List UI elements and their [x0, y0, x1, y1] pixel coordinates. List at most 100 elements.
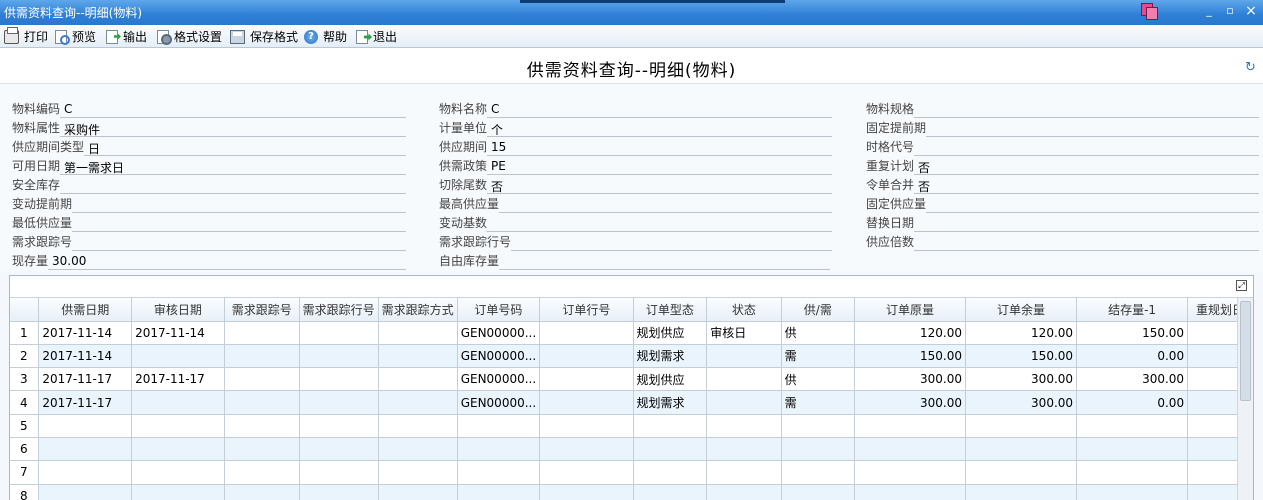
table-row[interactable]: 4 2017-11-17 GEN00000... 规划需求需 300.00 300.00 0… — [10, 390, 1253, 415]
table-cell[interactable] — [378, 321, 458, 345]
table-cell[interactable] — [378, 437, 458, 462]
minimize-button[interactable]: _ — [1201, 4, 1217, 20]
table-cell[interactable] — [854, 414, 967, 438]
table-cell[interactable]: GEN00000... — [457, 390, 541, 415]
print-button[interactable]: 打印 — [4, 26, 48, 45]
table-cell[interactable] — [299, 484, 379, 500]
table-cell[interactable]: 300.00 — [854, 390, 967, 415]
table-cell[interactable] — [131, 344, 225, 369]
table-cell[interactable] — [854, 437, 967, 462]
table-cell[interactable] — [781, 437, 855, 462]
table-cell[interactable] — [378, 367, 458, 392]
table-cell[interactable] — [633, 437, 708, 462]
table-cell[interactable] — [378, 390, 458, 415]
table-cell[interactable]: 150.00 — [1076, 321, 1189, 345]
table-row[interactable]: 7 — [10, 460, 1253, 485]
table-cell[interactable] — [706, 484, 782, 500]
table-row[interactable]: 8 — [10, 484, 1253, 500]
table-cell[interactable] — [299, 460, 379, 485]
row-number[interactable]: 3 — [10, 367, 40, 392]
column-header[interactable]: 订单型态 — [633, 298, 708, 322]
table-cell[interactable] — [539, 321, 634, 345]
table-cell[interactable] — [224, 414, 300, 438]
row-number[interactable]: 2 — [10, 344, 40, 369]
column-header[interactable]: 供/需 — [781, 298, 855, 322]
table-cell[interactable] — [1076, 414, 1189, 438]
vertical-scrollbar[interactable] — [1237, 298, 1253, 500]
table-cell[interactable] — [633, 484, 708, 500]
table-cell[interactable] — [781, 484, 855, 500]
table-cell[interactable]: 规划需求 — [633, 390, 708, 415]
table-cell[interactable]: 规划需求 — [633, 344, 708, 369]
column-header[interactable]: 订单行号 — [539, 298, 634, 322]
table-cell[interactable] — [131, 460, 225, 485]
table-cell[interactable] — [224, 390, 300, 415]
table-cell[interactable] — [224, 460, 300, 485]
column-header[interactable]: 供需日期 — [38, 298, 133, 322]
row-number-header[interactable] — [10, 298, 40, 322]
table-cell[interactable] — [706, 367, 782, 392]
table-cell[interactable] — [633, 414, 708, 438]
table-cell[interactable] — [706, 344, 782, 369]
row-number[interactable]: 5 — [10, 414, 40, 438]
table-cell[interactable] — [706, 437, 782, 462]
table-cell[interactable] — [706, 460, 782, 485]
table-cell[interactable] — [299, 344, 379, 369]
table-cell[interactable]: 2017-11-17 — [38, 367, 133, 392]
restore-button[interactable]: ▫ — [1222, 4, 1238, 20]
table-cell[interactable] — [854, 484, 967, 500]
table-cell[interactable] — [299, 390, 379, 415]
table-cell[interactable] — [633, 460, 708, 485]
column-header[interactable]: 审核日期 — [131, 298, 225, 322]
table-cell[interactable]: 120.00 — [854, 321, 967, 345]
row-number[interactable]: 4 — [10, 390, 40, 415]
column-header[interactable]: 结存量-1 — [1076, 298, 1189, 322]
column-header[interactable]: 订单余量 — [965, 298, 1078, 322]
table-cell[interactable]: 300.00 — [1076, 367, 1189, 392]
table-cell[interactable] — [131, 437, 225, 462]
table-cell[interactable] — [457, 437, 541, 462]
export-button[interactable]: 输出 — [106, 28, 147, 45]
row-number[interactable]: 8 — [10, 484, 40, 500]
table-cell[interactable]: 150.00 — [965, 344, 1078, 369]
column-header[interactable]: 需求跟踪行号 — [299, 298, 379, 322]
row-number[interactable]: 7 — [10, 460, 40, 485]
table-cell[interactable] — [38, 437, 133, 462]
table-cell[interactable] — [1076, 484, 1189, 500]
table-cell[interactable] — [539, 367, 634, 392]
table-cell[interactable] — [224, 344, 300, 369]
table-cell[interactable] — [224, 484, 300, 500]
table-cell[interactable] — [706, 390, 782, 415]
format-settings-button[interactable]: 格式设置 — [157, 28, 222, 45]
table-cell[interactable] — [457, 460, 541, 485]
table-cell[interactable] — [1076, 460, 1189, 485]
table-cell[interactable] — [299, 437, 379, 462]
table-cell[interactable]: 2017-11-17 — [131, 367, 225, 392]
table-cell[interactable] — [854, 460, 967, 485]
table-cell[interactable] — [299, 321, 379, 345]
row-number[interactable]: 1 — [10, 321, 40, 345]
column-header[interactable]: 需求跟踪方式 — [378, 298, 458, 322]
table-cell[interactable] — [539, 390, 634, 415]
table-cell[interactable]: 120.00 — [965, 321, 1078, 345]
refresh-icon[interactable]: ↻ — [1245, 61, 1257, 74]
table-cell[interactable] — [539, 460, 634, 485]
table-cell[interactable] — [539, 344, 634, 369]
table-cell[interactable] — [378, 414, 458, 438]
close-button[interactable]: × — [1243, 4, 1259, 20]
table-cell[interactable] — [781, 460, 855, 485]
table-cell[interactable] — [965, 414, 1078, 438]
table-cell[interactable] — [38, 484, 133, 500]
table-cell[interactable] — [965, 460, 1078, 485]
table-cell[interactable] — [131, 390, 225, 415]
table-cell[interactable]: 2017-11-14 — [131, 321, 225, 345]
scrollbar-thumb[interactable] — [1240, 301, 1251, 401]
table-row[interactable]: 5 — [10, 414, 1253, 438]
table-row[interactable]: 2 2017-11-14 GEN00000... 规划需求需 150.00 150.00 0… — [10, 344, 1253, 369]
table-cell[interactable]: 300.00 — [965, 390, 1078, 415]
table-cell[interactable] — [131, 414, 225, 438]
table-cell[interactable] — [457, 484, 541, 500]
help-button[interactable]: ? 帮助 — [304, 28, 347, 45]
table-cell[interactable] — [224, 437, 300, 462]
expand-icon[interactable]: ⤢ — [1236, 280, 1247, 291]
